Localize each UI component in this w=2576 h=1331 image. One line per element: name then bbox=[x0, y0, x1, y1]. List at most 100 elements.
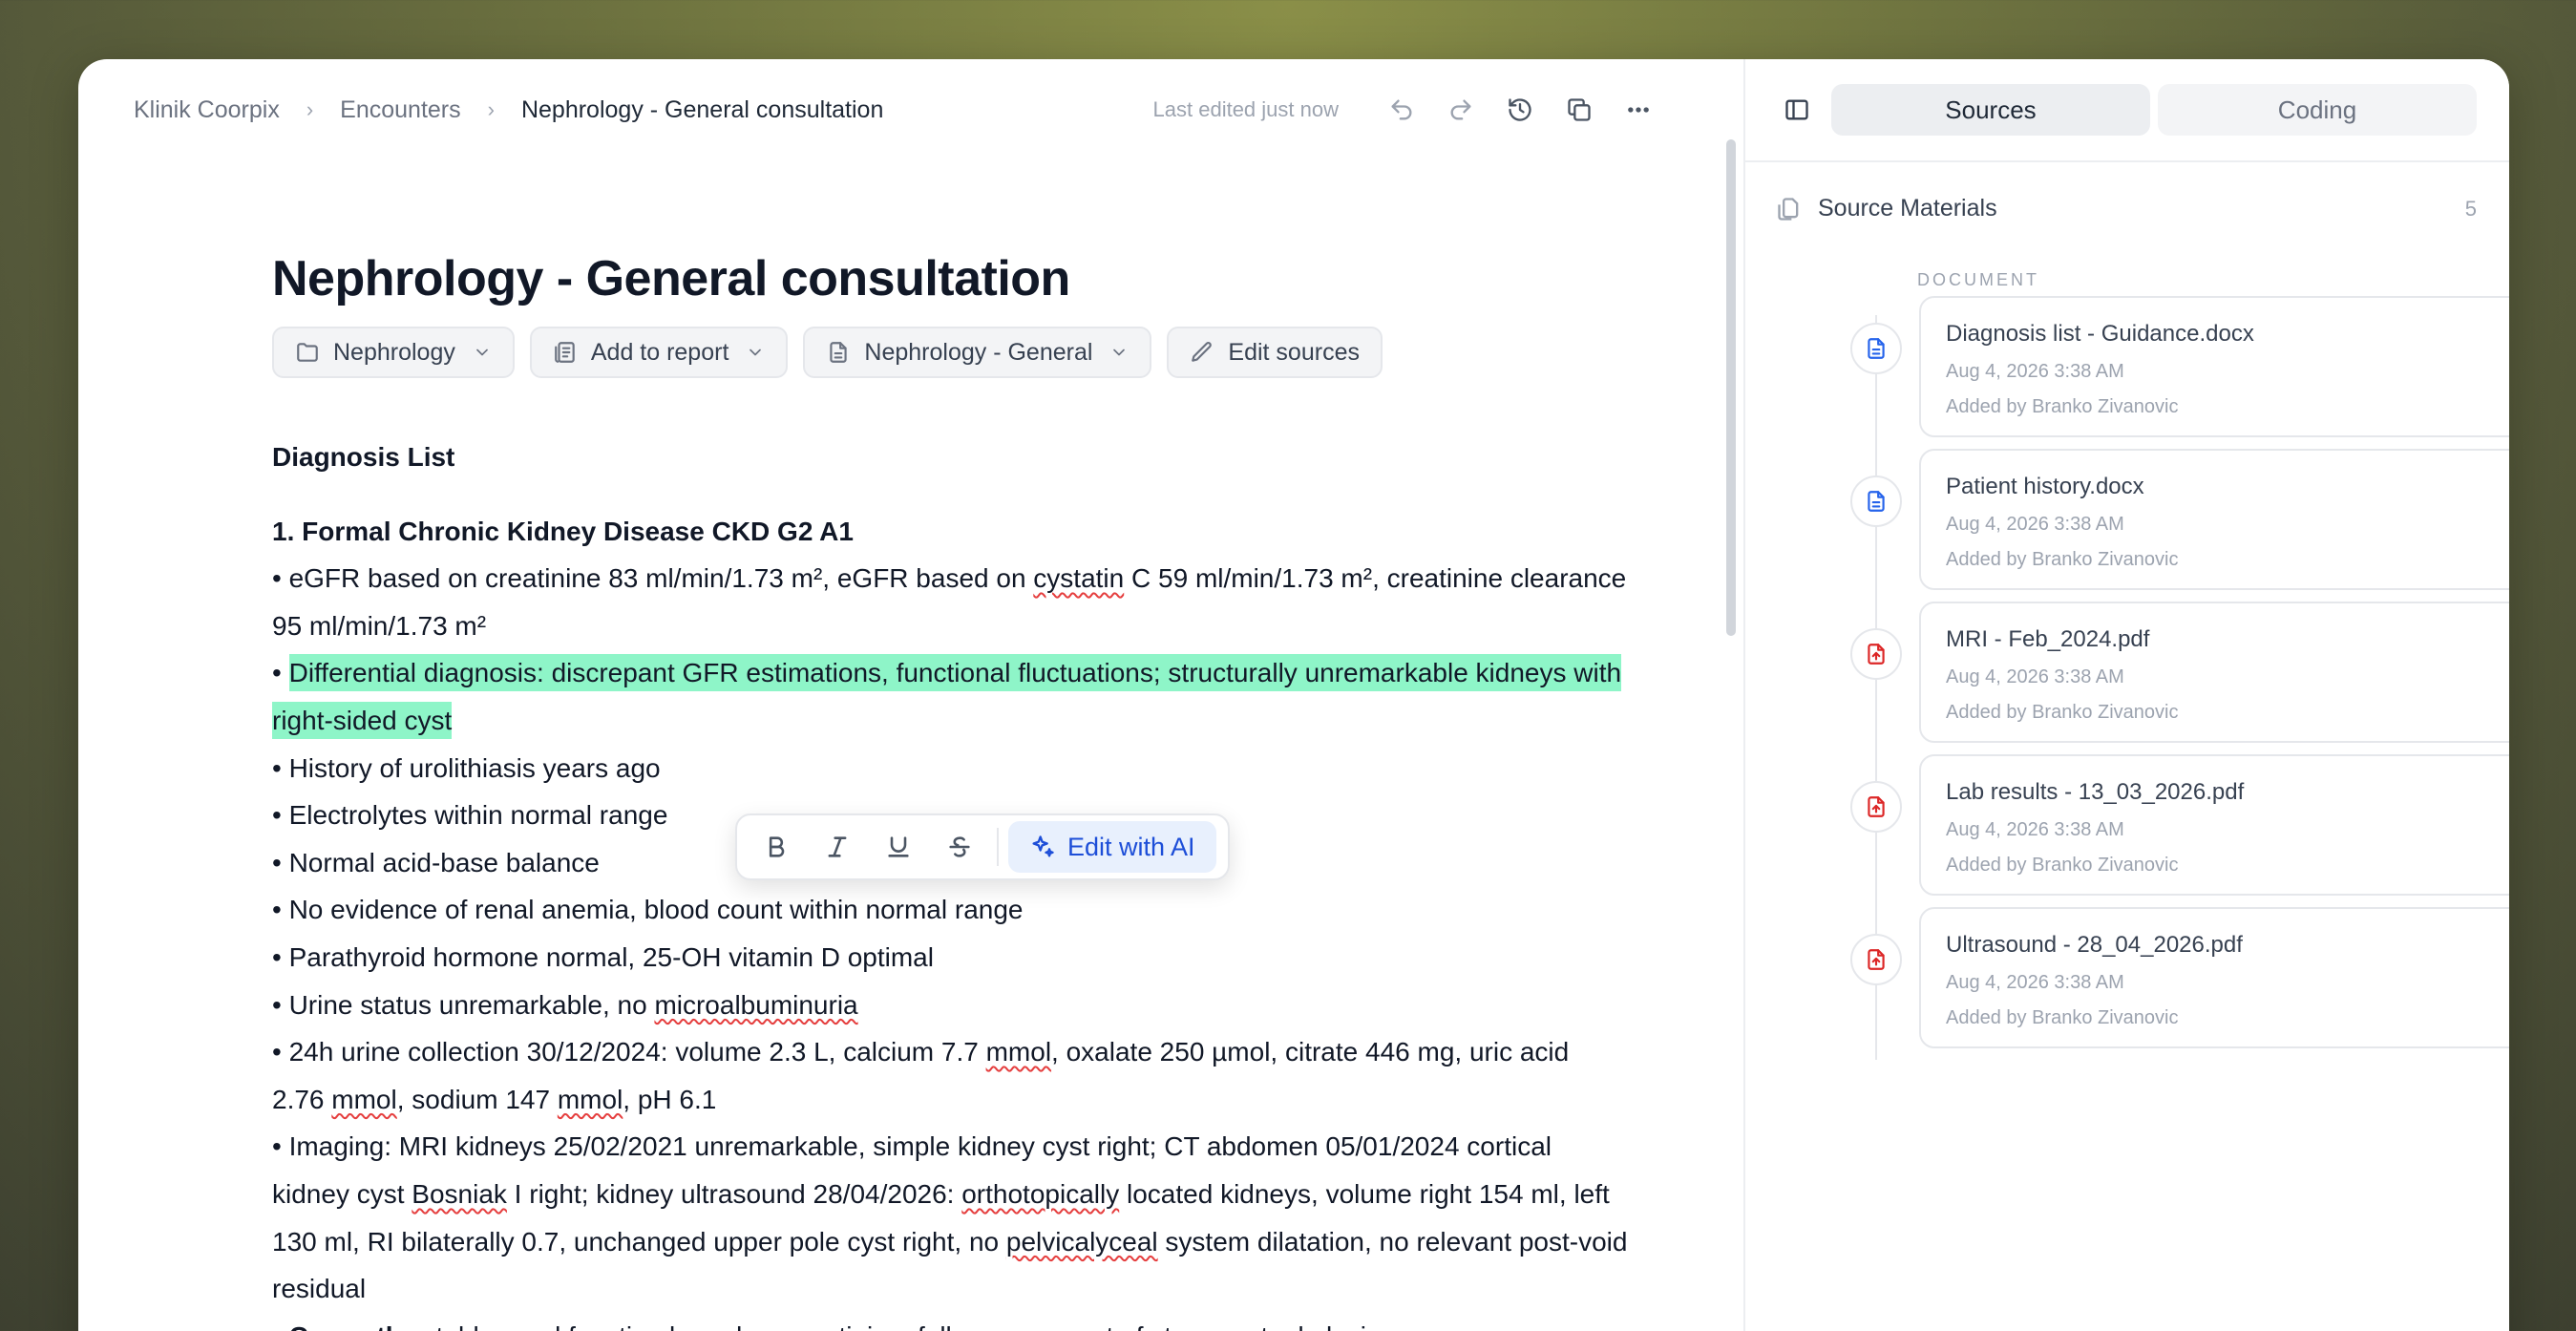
source-date: Aug 4, 2026 3:38 AM bbox=[1946, 819, 2124, 840]
folder-icon bbox=[297, 343, 318, 362]
chevron-right-icon: › bbox=[306, 97, 314, 121]
toolbar-divider bbox=[997, 828, 999, 866]
sidebar-header: Sources Coding bbox=[1745, 59, 2509, 162]
source-card[interactable]: Patient history.docx Aug 4, 2026 3:38 AM… bbox=[1919, 449, 2509, 590]
redo-icon[interactable] bbox=[1436, 85, 1486, 135]
paragraph-urine-collection: • 24h urine collection 30/12/2024: volum… bbox=[272, 1037, 1570, 1114]
pdf-icon bbox=[1850, 628, 1902, 680]
source-added-by: Added by Branko Zivanovic bbox=[1946, 549, 2179, 570]
source-list: Diagnosis list - Guidance.docx Aug 4, 20… bbox=[1745, 296, 2509, 1060]
more-icon[interactable] bbox=[1614, 85, 1663, 135]
editor-scrollbar[interactable] bbox=[1726, 139, 1736, 636]
specialty-dropdown[interactable]: Nephrology bbox=[272, 327, 515, 378]
toggle-panel-button[interactable] bbox=[1772, 85, 1822, 135]
copy-icon[interactable] bbox=[1554, 85, 1604, 135]
breadcrumb-clinic[interactable]: Klinik Coorpix bbox=[134, 96, 280, 124]
document-title[interactable]: Nephrology - General consultation bbox=[272, 250, 1628, 307]
source-card[interactable]: MRI - Feb_2024.pdf Aug 4, 2026 3:38 AM A… bbox=[1919, 602, 2509, 743]
edit-with-ai-button[interactable]: Edit with AI bbox=[1008, 821, 1216, 873]
edit-with-ai-label: Edit with AI bbox=[1067, 832, 1195, 861]
sparkles-icon bbox=[1032, 835, 1054, 857]
source-date: Aug 4, 2026 3:38 AM bbox=[1946, 514, 2124, 535]
specialty-label: Nephrology bbox=[333, 338, 455, 366]
source-name: Lab results - 13_03_2026.pdf bbox=[1946, 779, 2245, 805]
chevron-down-icon bbox=[476, 349, 488, 356]
source-materials-header: Source Materials 5 bbox=[1745, 195, 2509, 222]
sidebar-toggle-icon bbox=[1785, 99, 1808, 120]
sources-sidebar: Sources Coding Source Materials 5 DOCUME… bbox=[1745, 59, 2509, 1331]
underline-icon bbox=[888, 836, 909, 857]
tab-coding[interactable]: Coding bbox=[2158, 84, 2477, 136]
add-to-report-dropdown[interactable]: Add to report bbox=[529, 327, 789, 378]
source-name: Ultrasound - 28_04_2026.pdf bbox=[1946, 932, 2243, 958]
edit-sources-button[interactable]: Edit sources bbox=[1167, 327, 1383, 378]
chevron-down-icon bbox=[750, 349, 762, 356]
source-added-by: Added by Branko Zivanovic bbox=[1946, 855, 2179, 876]
paragraph-anemia: • No evidence of renal anemia, blood cou… bbox=[272, 895, 1024, 925]
breadcrumb-encounters[interactable]: Encounters bbox=[340, 96, 460, 124]
selected-text[interactable]: Differential diagnosis: discrepant GFR e… bbox=[272, 654, 1622, 739]
source-added-by: Added by Branko Zivanovic bbox=[1946, 702, 2179, 723]
group-label: DOCUMENT bbox=[1917, 270, 2039, 289]
source-item[interactable]: MRI - Feb_2024.pdf Aug 4, 2026 3:38 AM A… bbox=[1745, 602, 2509, 754]
history-icon[interactable] bbox=[1495, 85, 1545, 135]
source-added-by: Added by Branko Zivanovic bbox=[1946, 1007, 2179, 1028]
source-item[interactable]: Diagnosis list - Guidance.docx Aug 4, 20… bbox=[1745, 296, 2509, 449]
breadcrumb-current: Nephrology - General consultation bbox=[520, 95, 884, 123]
tab-sources[interactable]: Sources bbox=[1831, 84, 2150, 136]
diagnosis-heading: 1. Formal Chronic Kidney Disease CKD G2 … bbox=[272, 516, 854, 546]
chevron-down-icon bbox=[1113, 349, 1126, 356]
source-card[interactable]: Ultrasound - 28_04_2026.pdf Aug 4, 2026 … bbox=[1919, 907, 2509, 1048]
report-icon bbox=[555, 342, 575, 363]
section-heading: Diagnosis List bbox=[272, 442, 455, 472]
pdf-icon bbox=[1850, 781, 1902, 833]
paragraph-imaging: • Imaging: MRI kidneys 25/02/2021 unrema… bbox=[272, 1131, 1628, 1304]
source-item[interactable]: Patient history.docx Aug 4, 2026 3:38 AM… bbox=[1745, 449, 2509, 602]
bold-icon bbox=[769, 836, 785, 857]
document-icon bbox=[1850, 323, 1902, 374]
italic-button[interactable] bbox=[810, 821, 865, 873]
source-item[interactable]: Lab results - 13_03_2026.pdf Aug 4, 2026… bbox=[1745, 754, 2509, 907]
pdf-icon bbox=[1850, 934, 1902, 985]
chevron-right-icon: › bbox=[487, 97, 495, 121]
document-chips: Nephrology Add to report Nephrology - Ge… bbox=[272, 327, 1628, 378]
last-edited-status: Last edited just now bbox=[1152, 97, 1339, 121]
source-item[interactable]: Ultrasound - 28_04_2026.pdf Aug 4, 2026 … bbox=[1745, 907, 2509, 1060]
paragraph-currently: • Currently: stable renal function based… bbox=[272, 1313, 1628, 1331]
sidebar-tabs: Sources Coding bbox=[1831, 84, 2477, 136]
add-to-report-label: Add to report bbox=[590, 338, 729, 366]
template-dropdown[interactable]: Nephrology - General bbox=[803, 327, 1152, 378]
template-label: Nephrology - General bbox=[864, 338, 1093, 366]
bold-button[interactable] bbox=[749, 821, 804, 873]
source-card[interactable]: Lab results - 13_03_2026.pdf Aug 4, 2026… bbox=[1919, 754, 2509, 896]
source-date: Aug 4, 2026 3:38 AM bbox=[1946, 972, 2124, 993]
document-content[interactable]: Diagnosis List 1. Formal Chronic Kidney … bbox=[272, 433, 1628, 1331]
files-icon bbox=[1778, 197, 1799, 221]
source-count: 5 bbox=[2464, 196, 2477, 221]
strikethrough-icon bbox=[949, 836, 970, 857]
pencil-icon bbox=[1192, 342, 1213, 362]
edit-sources-label: Edit sources bbox=[1228, 338, 1360, 366]
paragraph-history: • History of urolithiasis years ago bbox=[272, 752, 661, 783]
source-card[interactable]: Diagnosis list - Guidance.docx Aug 4, 20… bbox=[1919, 296, 2509, 437]
source-date: Aug 4, 2026 3:38 AM bbox=[1946, 666, 2124, 687]
top-bar: Klinik Coorpix › Encounters › Nephrology… bbox=[134, 86, 1663, 134]
source-date: Aug 4, 2026 3:38 AM bbox=[1946, 361, 2124, 382]
breadcrumb: Klinik Coorpix › Encounters › Nephrology… bbox=[134, 96, 883, 124]
italic-icon bbox=[828, 836, 847, 857]
underline-button[interactable] bbox=[871, 821, 926, 873]
paragraph-parathyroid: • Parathyroid hormone normal, 25-OH vita… bbox=[272, 941, 934, 972]
strikethrough-button[interactable] bbox=[932, 821, 987, 873]
source-name: MRI - Feb_2024.pdf bbox=[1946, 626, 2150, 652]
source-name: Patient history.docx bbox=[1946, 474, 2144, 499]
source-added-by: Added by Branko Zivanovic bbox=[1946, 396, 2179, 417]
document-body: Nephrology - General consultation Nephro… bbox=[272, 250, 1628, 1331]
paragraph-egfr: • eGFR based on creatinine 83 ml/min/1.7… bbox=[272, 563, 1627, 641]
template-icon bbox=[830, 342, 848, 363]
undo-icon[interactable] bbox=[1377, 85, 1426, 135]
source-name: Diagnosis list - Guidance.docx bbox=[1946, 321, 2254, 347]
document-icon bbox=[1850, 475, 1902, 527]
editor-pane: Klinik Coorpix › Encounters › Nephrology… bbox=[78, 59, 1721, 1331]
source-materials-title: Source Materials bbox=[1818, 195, 1997, 222]
paragraph-differential: • Differential diagnosis: discrepant GFR… bbox=[272, 649, 1628, 744]
